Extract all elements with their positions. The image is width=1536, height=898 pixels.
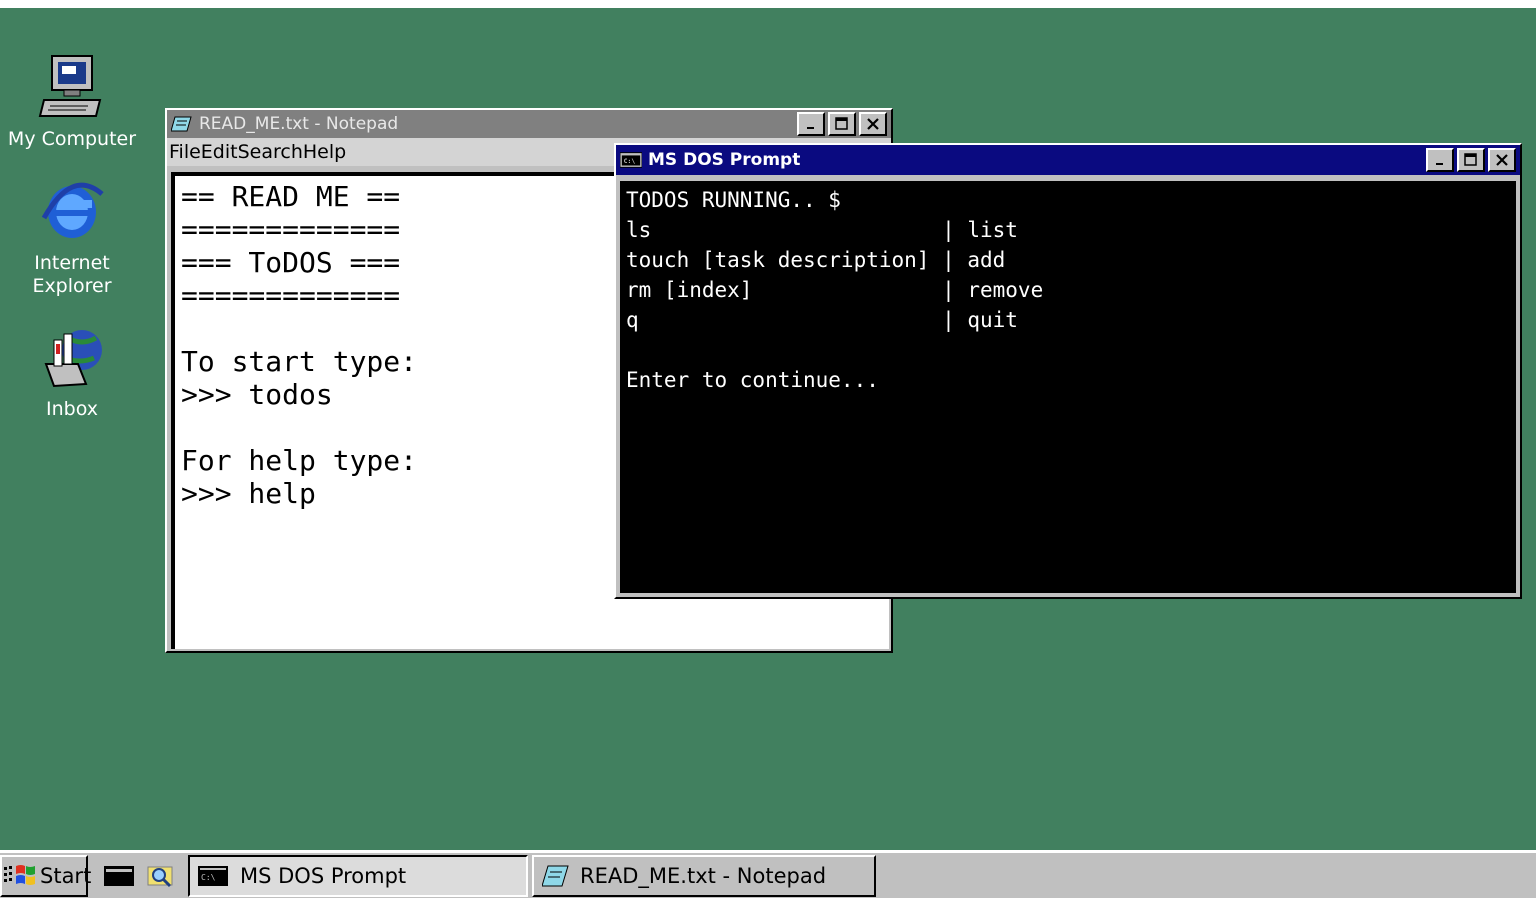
top-strip (0, 0, 1536, 8)
close-button[interactable] (859, 112, 887, 136)
dos-console[interactable]: TODOS RUNNING.. $ ls | list touch [task … (620, 181, 1516, 593)
desktop-icon-inbox[interactable]: Inbox (2, 324, 142, 421)
internet-explorer-label: Internet Explorer (32, 252, 112, 297)
menu-search[interactable]: Search (238, 141, 303, 163)
dos-titlebar[interactable]: C:\ MS DOS Prompt (616, 145, 1520, 175)
taskbar-button-notepad[interactable]: READ_ME.txt - Notepad (532, 854, 876, 897)
taskbar-notepad-label: READ_ME.txt - Notepad (580, 863, 827, 888)
desktop: My Computer Internet Explorer Inbox READ… (0, 0, 1536, 898)
dos-prompt-icon: C:\ (198, 865, 228, 887)
windows-logo-icon (4, 863, 36, 889)
maximize-button[interactable] (828, 112, 856, 136)
my-computer-label: My Computer (7, 128, 137, 150)
svg-text:C:\: C:\ (624, 157, 636, 165)
svg-text:C:\: C:\ (201, 873, 216, 882)
minimize-button[interactable] (797, 112, 825, 136)
quick-launch (102, 855, 186, 897)
minimize-icon (807, 127, 814, 129)
taskbar-button-dos[interactable]: C:\ MS DOS Prompt (188, 854, 528, 897)
notepad-titlebar[interactable]: READ_ME.txt - Notepad (167, 110, 891, 138)
dos-title: MS DOS Prompt (648, 150, 801, 170)
close-icon (867, 118, 879, 130)
desktop-icon-my-computer[interactable]: My Computer (2, 54, 142, 151)
taskbar-dos-label: MS DOS Prompt (240, 863, 407, 888)
taskbar: Start C:\ MS DOS Prompt READ_ME.txt - No… (0, 850, 1536, 898)
notepad-title: READ_ME.txt - Notepad (199, 114, 399, 134)
dos-prompt-icon: C:\ (620, 151, 642, 169)
start-button[interactable]: Start (0, 854, 92, 897)
quick-launch-dos-icon[interactable] (102, 861, 136, 891)
notepad-icon (542, 864, 570, 888)
menu-help[interactable]: Help (303, 141, 346, 163)
menu-file[interactable]: File (169, 141, 201, 163)
inbox-label: Inbox (46, 398, 98, 420)
start-label: Start (40, 863, 92, 888)
internet-explorer-icon (2, 178, 142, 250)
minimize-button[interactable] (1426, 148, 1454, 172)
quick-launch-search-icon[interactable] (144, 861, 178, 891)
my-computer-icon (2, 54, 142, 126)
maximize-button[interactable] (1457, 148, 1485, 172)
desktop-icon-internet-explorer[interactable]: Internet Explorer (2, 178, 142, 298)
close-icon (1496, 154, 1508, 166)
notepad-icon (171, 115, 193, 133)
maximize-icon (835, 117, 848, 130)
close-button[interactable] (1488, 148, 1516, 172)
dos-window[interactable]: C:\ MS DOS Prompt TODOS RUNNING.. $ ls |… (614, 143, 1522, 599)
maximize-icon (1464, 153, 1477, 166)
menu-edit[interactable]: Edit (201, 141, 238, 163)
inbox-icon (2, 324, 142, 396)
minimize-icon (1436, 163, 1443, 165)
